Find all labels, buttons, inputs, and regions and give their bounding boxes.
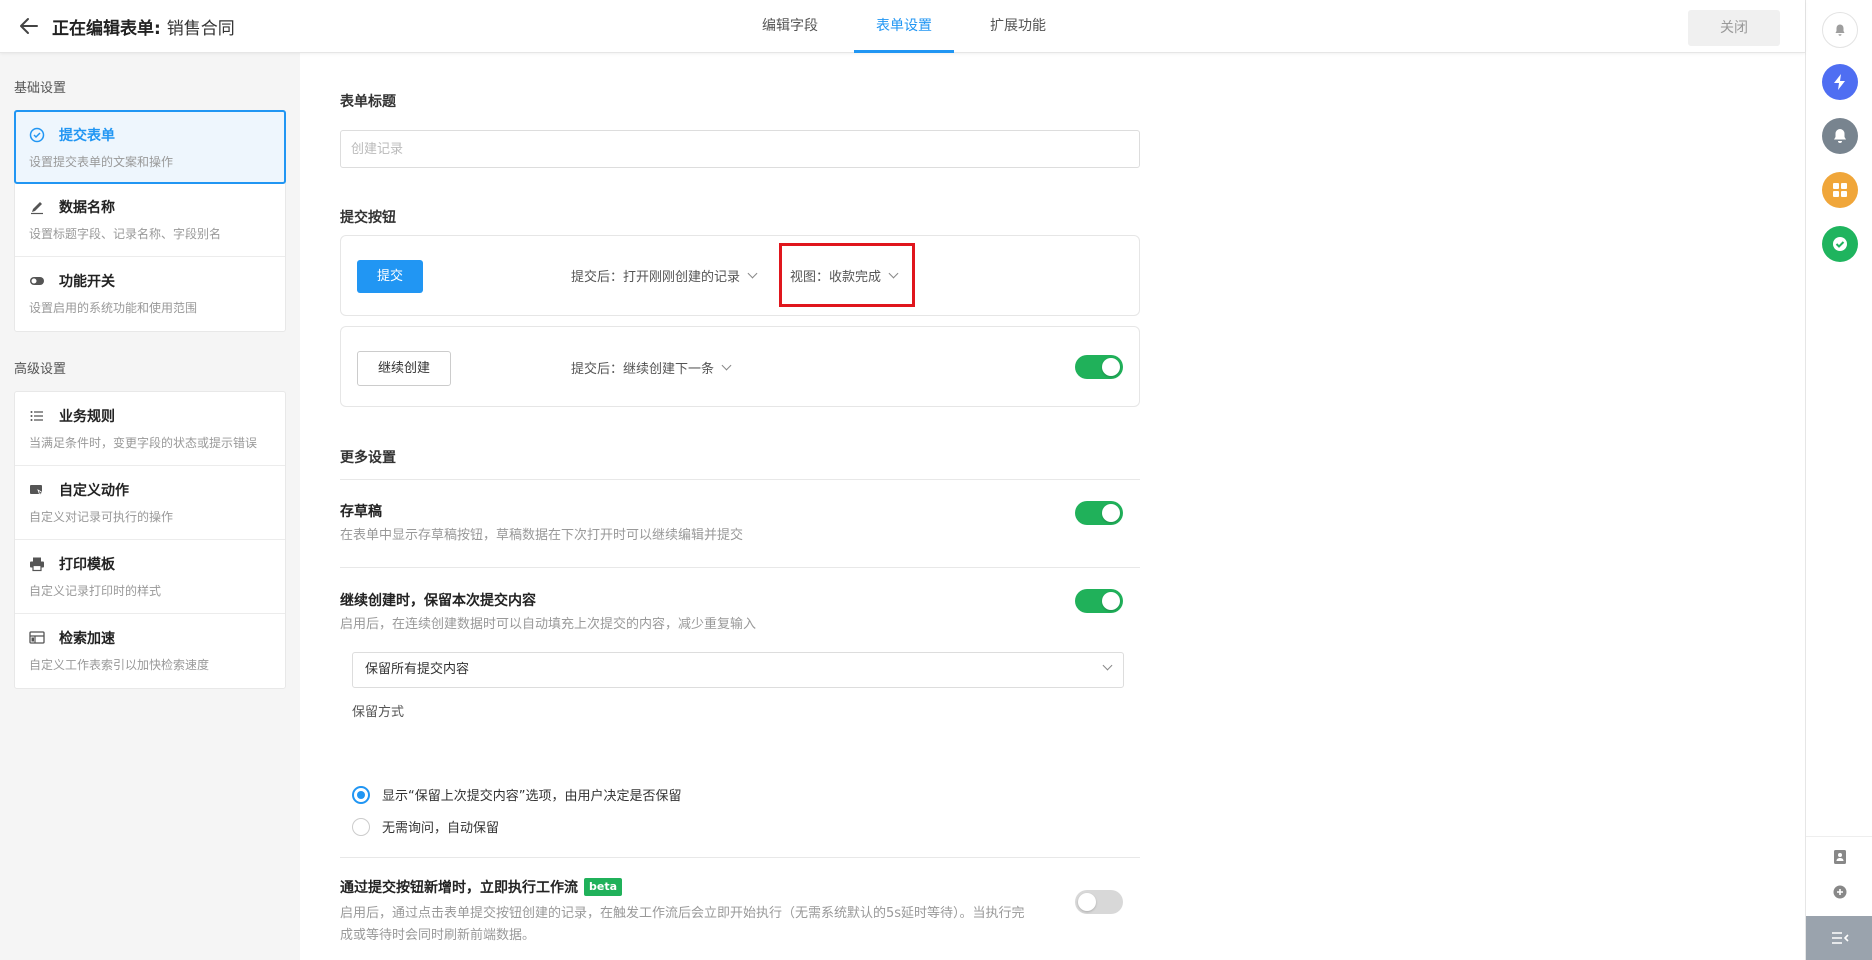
- advanced-settings-title: 高级设置: [14, 362, 67, 377]
- tab-form-settings[interactable]: 表单设置: [854, 0, 954, 53]
- form-name: 销售合同: [166, 19, 235, 39]
- divider: [340, 567, 1140, 568]
- close-button[interactable]: 关闭: [1688, 10, 1780, 46]
- after-submit-dropdown[interactable]: 提交后：打开刚刚创建的记录: [571, 266, 758, 285]
- sidebar-item-label: 提交表单: [59, 128, 115, 144]
- submit-button-section-label: 提交按钮: [340, 210, 396, 226]
- sidebar-item-label: 打印模板: [59, 557, 115, 573]
- check-circle-icon: [29, 127, 45, 143]
- keep-content-setting-title: 继续创建时，保留本次提交内容: [340, 593, 536, 609]
- sidebar-item-label: 业务规则: [59, 409, 115, 425]
- submit-button[interactable]: 提交: [357, 260, 423, 293]
- radio-unchecked[interactable]: [352, 817, 370, 836]
- view-value: 视图：收款完成: [790, 270, 882, 285]
- radio-label: 无需询问，自动保留: [382, 821, 500, 836]
- keep-content-setting-desc: 启用后，在连续创建数据时可以自动填充上次提交的内容，减少重复输入: [340, 617, 757, 632]
- more-settings-label: 更多设置: [340, 450, 396, 466]
- form-title-label: 表单标题: [340, 94, 396, 110]
- right-icon-rail: [1805, 0, 1872, 960]
- chevron-down-icon: [721, 360, 732, 371]
- sidebar-item-label: 自定义动作: [59, 483, 129, 499]
- sidebar-item-label: 检索加速: [59, 631, 115, 647]
- keep-mode-label: 保留方式: [352, 705, 405, 720]
- keep-content-select-value: 保留所有提交内容: [365, 662, 470, 677]
- sidebar-item-label: 数据名称: [59, 200, 115, 216]
- app-grid-icon[interactable]: [1822, 172, 1858, 208]
- advanced-settings-group: 业务规则 当满足条件时，变更字段的状态或提示错误 自定义动作 自定义对记录可执行…: [14, 391, 286, 689]
- sidebar-item-desc: 当满足条件时，变更字段的状态或提示错误: [29, 436, 258, 450]
- workflow-setting-desc: 启用后，通过点击表单提交按钮创建的记录，在触发工作流后会立即开始执行（无需系统默…: [340, 903, 1025, 947]
- task-check-icon[interactable]: [1822, 226, 1858, 262]
- notification-bell-icon[interactable]: [1822, 118, 1858, 154]
- page-title: 正在编辑表单: 销售合同: [52, 14, 235, 39]
- basic-settings-title: 基础设置: [14, 81, 67, 96]
- list-icon: [29, 408, 45, 424]
- divider: [340, 857, 1140, 858]
- sidebar-item-business-rules[interactable]: 业务规则 当满足条件时，变更字段的状态或提示错误: [15, 392, 285, 466]
- radio-label: 显示“保留上次提交内容”选项，由用户决定是否保留: [382, 789, 682, 804]
- view-dropdown[interactable]: 视图：收款完成: [790, 266, 899, 285]
- sidebar-item-custom-action[interactable]: 自定义动作 自定义对记录可执行的操作: [15, 466, 285, 540]
- chevron-down-icon: [747, 268, 758, 279]
- sidebar-item-desc: 设置提交表单的文案和操作: [29, 155, 174, 169]
- sidebar-item-search-acceleration[interactable]: 检索加速 自定义工作表索引以加快检索速度: [15, 614, 285, 688]
- draft-setting-title: 存草稿: [340, 504, 382, 520]
- sidebar-item-data-name[interactable]: 数据名称 设置标题字段、记录名称、字段别名: [15, 183, 285, 257]
- sidebar-item-desc: 设置标题字段、记录名称、字段别名: [29, 227, 222, 241]
- chevron-down-icon: [888, 268, 899, 279]
- title-prefix: 正在编辑表单:: [52, 19, 161, 39]
- radio-checked[interactable]: [352, 785, 370, 804]
- pencil-icon: [29, 199, 45, 215]
- sidebar-item-label: 功能开关: [59, 274, 115, 290]
- tab-edit-fields[interactable]: 编辑字段: [740, 0, 840, 53]
- submit-button-card: 提交 提交后：打开刚刚创建的记录 视图：收款完成: [340, 235, 1140, 316]
- contact-card-icon[interactable]: [1806, 842, 1872, 872]
- after-continue-value: 提交后：继续创建下一条: [571, 362, 715, 377]
- action-icon: [29, 482, 45, 498]
- collapse-sidebar-icon[interactable]: [1806, 916, 1872, 960]
- top-header: 正在编辑表单: 销售合同 编辑字段 表单设置 扩展功能 关闭: [0, 0, 1805, 53]
- sidebar-item-desc: 自定义工作表索引以加快检索速度: [29, 658, 210, 672]
- draft-toggle[interactable]: [1075, 501, 1123, 525]
- lightning-icon[interactable]: [1822, 64, 1858, 100]
- sidebar-item-desc: 自定义记录打印时的样式: [29, 584, 162, 598]
- workflow-title-text: 通过提交按钮新增时，立即执行工作流: [340, 880, 578, 896]
- keep-content-select[interactable]: 保留所有提交内容: [352, 652, 1124, 688]
- sidebar-item-print-template[interactable]: 打印模板 自定义记录打印时的样式: [15, 540, 285, 614]
- keep-mode-option-ask[interactable]: 显示“保留上次提交内容”选项，由用户决定是否保留: [352, 785, 681, 804]
- continue-create-button[interactable]: 继续创建: [357, 351, 451, 386]
- workflow-toggle[interactable]: [1075, 890, 1123, 914]
- printer-icon: [29, 556, 45, 572]
- back-arrow-icon[interactable]: [18, 15, 40, 37]
- tab-extensions[interactable]: 扩展功能: [968, 0, 1068, 53]
- sidebar-item-desc: 设置启用的系统功能和使用范围: [29, 301, 198, 315]
- continue-button-card: 继续创建 提交后：继续创建下一条: [340, 326, 1140, 407]
- rail-divider: [1806, 836, 1872, 837]
- settings-sidebar: 基础设置 提交表单 设置提交表单的文案和操作 数据名称 设置标题字段、记录名称、…: [0, 53, 300, 960]
- chat-add-icon[interactable]: [1806, 877, 1872, 907]
- workflow-desc-line: 启用后，通过点击表单提交按钮创建的记录，在触发工作流后会立即开始执行（无需系统默…: [340, 906, 1025, 921]
- divider: [340, 479, 1140, 480]
- basic-settings-group: 提交表单 设置提交表单的文案和操作 数据名称 设置标题字段、记录名称、字段别名 …: [14, 110, 286, 332]
- sidebar-item-feature-switch[interactable]: 功能开关 设置启用的系统功能和使用范围: [15, 257, 285, 331]
- continue-create-toggle[interactable]: [1075, 355, 1123, 379]
- keep-content-toggle[interactable]: [1075, 589, 1123, 613]
- index-icon: [29, 630, 45, 646]
- beta-badge: beta: [584, 878, 623, 896]
- workflow-setting-title: 通过提交按钮新增时，立即执行工作流 beta: [340, 877, 623, 897]
- sidebar-item-submit-form[interactable]: 提交表单 设置提交表单的文案和操作: [14, 110, 286, 184]
- workflow-desc-line: 成或等待时会同时刷新前端数据。: [340, 928, 536, 943]
- after-submit-value: 提交后：打开刚刚创建的记录: [571, 270, 741, 285]
- draft-setting-desc: 在表单中显示存草稿按钮，草稿数据在下次打开时可以继续编辑并提交: [340, 528, 744, 543]
- sidebar-item-desc: 自定义对记录可执行的操作: [29, 510, 174, 524]
- form-title-input[interactable]: [340, 130, 1140, 168]
- keep-mode-option-auto[interactable]: 无需询问，自动保留: [352, 817, 499, 836]
- toggle-icon: [29, 273, 45, 289]
- main-panel: 表单标题 提交按钮 提交 提交后：打开刚刚创建的记录 视图：收款完成 继续创建 …: [300, 53, 1805, 960]
- bell-small-icon[interactable]: [1822, 12, 1858, 48]
- chevron-down-icon: [1102, 660, 1113, 671]
- tab-bar: 编辑字段 表单设置 扩展功能: [740, 0, 1082, 53]
- after-continue-dropdown[interactable]: 提交后：继续创建下一条: [571, 358, 732, 377]
